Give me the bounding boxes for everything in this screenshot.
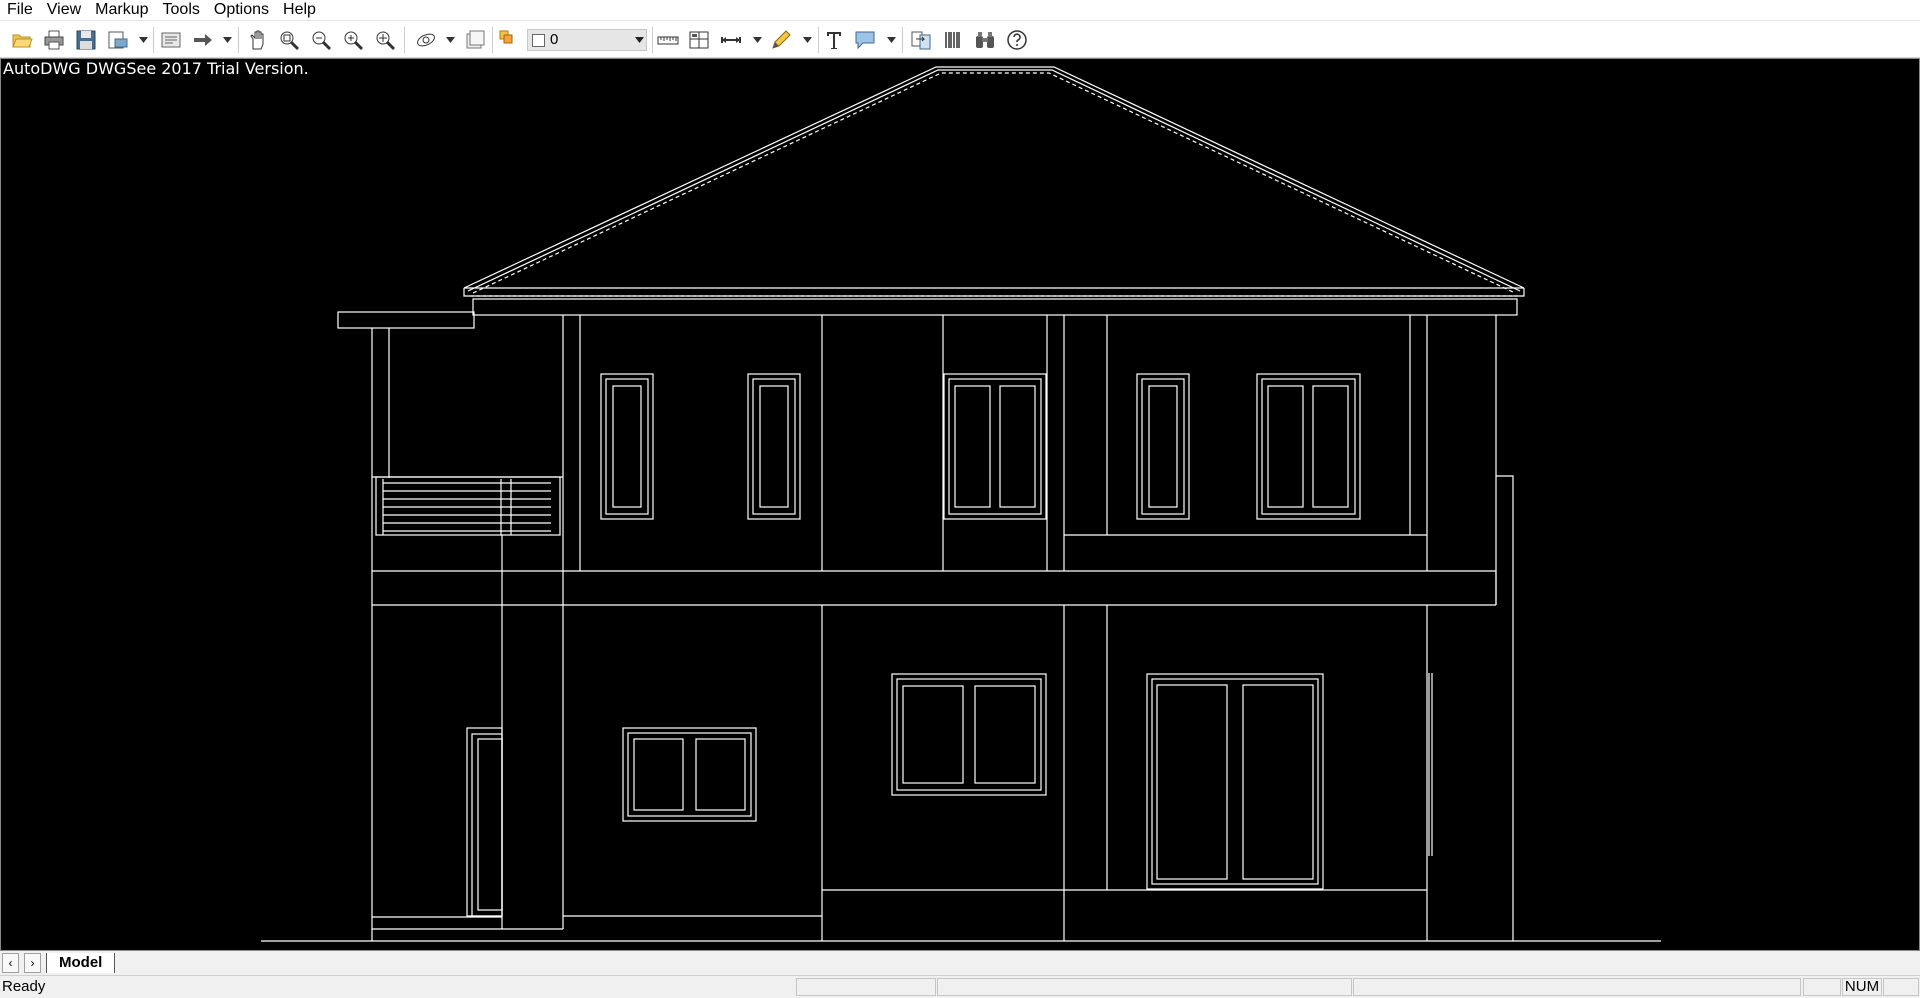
zoom-in-icon[interactable] (340, 27, 366, 53)
toolbar-separator (492, 27, 493, 53)
toolbar: 0 (0, 20, 1920, 58)
status-pane (1883, 978, 1919, 996)
zoom-out-icon[interactable] (308, 27, 334, 53)
help-icon[interactable] (1004, 27, 1030, 53)
layout-tab-bar: ‹ › Model (0, 951, 1920, 976)
layers-icon[interactable] (496, 27, 522, 53)
floor-band (372, 535, 1497, 929)
lower-floor (372, 605, 1433, 941)
layer-dropdown-chevron-icon[interactable] (632, 27, 646, 53)
arrow-right-icon[interactable] (190, 27, 216, 53)
tab-scroll-right-icon[interactable]: › (24, 953, 41, 973)
open-folder-icon[interactable] (9, 27, 35, 53)
zoom-window-icon[interactable] (276, 27, 302, 53)
layer-color-swatch (532, 34, 545, 47)
roof (463, 66, 1525, 316)
status-bar: Ready NUM (0, 976, 1920, 998)
chevron-down-icon[interactable] (750, 27, 764, 53)
menu-file[interactable]: File (0, 0, 40, 20)
pen-markup-icon[interactable] (768, 27, 794, 53)
distance-icon[interactable] (655, 27, 681, 53)
toolbar-separator (652, 27, 653, 53)
binoculars-icon[interactable] (972, 27, 998, 53)
chevron-down-icon[interactable] (220, 27, 234, 53)
menu-help[interactable]: Help (276, 0, 323, 20)
status-pane (937, 978, 1352, 996)
chevron-down-icon[interactable] (136, 27, 150, 53)
chevron-down-icon[interactable] (443, 27, 457, 53)
barcode-icon[interactable] (940, 27, 966, 53)
text-icon[interactable] (821, 27, 847, 53)
compare-icon[interactable] (908, 27, 934, 53)
dimension-icon[interactable] (718, 27, 744, 53)
toolbar-separator (818, 27, 819, 53)
toolbar-separator (404, 27, 405, 53)
area-icon[interactable] (686, 27, 712, 53)
toolbar-separator (902, 27, 903, 53)
menu-options[interactable]: Options (207, 0, 276, 20)
layer-select-value: 0 (550, 31, 559, 48)
layer-select[interactable]: 0 (527, 29, 647, 51)
status-text: Ready (2, 978, 46, 995)
lower-windows (622, 673, 1324, 890)
toolbar-separator (153, 27, 154, 53)
num-lock-indicator: NUM (1842, 978, 1882, 996)
layout-icon[interactable] (158, 27, 184, 53)
orbit-icon[interactable] (413, 27, 439, 53)
menu-view[interactable]: View (40, 0, 88, 20)
menu-tools[interactable]: Tools (156, 0, 207, 20)
save-icon[interactable] (73, 27, 99, 53)
menu-markup[interactable]: Markup (88, 0, 155, 20)
tab-model[interactable]: Model (46, 953, 116, 973)
menu-bar: File View Markup Tools Options Help (0, 0, 1920, 20)
print-icon[interactable] (41, 27, 67, 53)
status-pane (796, 978, 936, 996)
left-canopy (337, 311, 563, 941)
chevron-down-icon[interactable] (884, 27, 898, 53)
upper-windows (600, 373, 1361, 520)
chevron-down-icon[interactable] (800, 27, 814, 53)
toolbar-separator (238, 27, 239, 53)
zoom-extents-icon[interactable] (372, 27, 398, 53)
print-preview-icon[interactable] (105, 27, 131, 53)
status-pane (1353, 978, 1801, 996)
drawing-canvas[interactable]: AutoDWG DWGSee 2017 Trial Version. (0, 58, 1920, 951)
upper-floor (562, 315, 1514, 941)
pan-hand-icon[interactable] (245, 27, 271, 53)
callout-icon[interactable] (852, 27, 878, 53)
status-pane (1803, 978, 1841, 996)
tab-scroll-left-icon[interactable]: ‹ (2, 953, 19, 973)
layer-properties-icon[interactable] (462, 27, 488, 53)
house-elevation-drawing (261, 66, 1661, 942)
